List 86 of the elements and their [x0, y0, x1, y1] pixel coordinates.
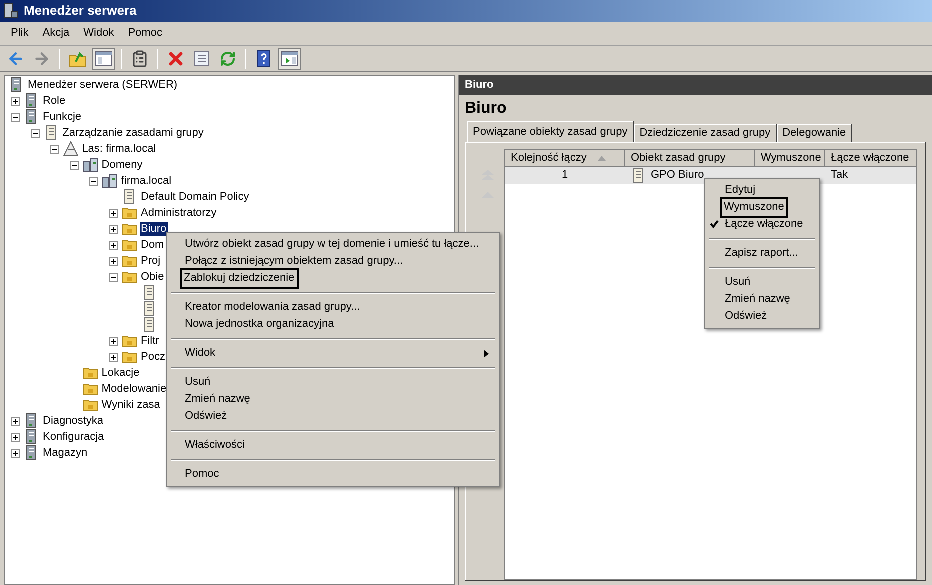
menu-item[interactable]: Zmień nazwę	[169, 391, 497, 408]
expand-toggle[interactable]	[11, 96, 20, 106]
collapse-toggle[interactable]	[50, 144, 60, 154]
tree-item[interactable]: Administratorzy	[140, 206, 218, 220]
expand-toggle[interactable]	[109, 240, 118, 250]
checkmark-icon	[710, 220, 719, 229]
tab[interactable]: Delegowanie	[776, 124, 852, 142]
triangle-icon	[63, 141, 80, 157]
toolbar-button[interactable]	[278, 48, 301, 70]
menu-bar-item[interactable]: Plik	[4, 25, 36, 42]
tree-item[interactable]: Las: firma.local	[81, 142, 158, 156]
table-row[interactable]: 1 GPO Biuro Tak	[505, 167, 916, 184]
tree-item[interactable]: Zarządzanie zasadami grupy	[62, 126, 205, 140]
submenu-arrow-icon	[484, 350, 489, 358]
tree-item[interactable]: Biuro	[140, 222, 168, 236]
menu-item[interactable]: Łącze włączone	[707, 216, 817, 233]
menu-item[interactable]: Właściwości	[169, 437, 497, 454]
pane-header: Biuro	[459, 75, 932, 95]
expand-toggle[interactable]	[109, 208, 118, 218]
tree-item[interactable]: Proj	[140, 254, 162, 268]
server-icon	[3, 3, 19, 19]
tree-item[interactable]: Konfiguracja	[42, 430, 106, 444]
pane-title: Biuro	[464, 99, 508, 119]
menu-item[interactable]: Pomoc	[169, 466, 497, 483]
expand-toggle[interactable]	[109, 256, 118, 266]
collapse-toggle[interactable]	[70, 160, 79, 170]
menu-item[interactable]: Usuń	[169, 374, 497, 391]
collapse-toggle[interactable]	[30, 128, 40, 138]
list-icon	[192, 50, 210, 68]
window-title: Menedżer serwera	[24, 2, 137, 20]
buildings-icon	[102, 173, 118, 189]
menu-item[interactable]: Usuń	[707, 274, 817, 291]
refresh-icon	[220, 50, 236, 66]
expand-toggle[interactable]	[11, 432, 20, 442]
collapse-toggle[interactable]	[109, 272, 118, 282]
tree-item[interactable]: Modelowanie	[100, 382, 168, 396]
menu-item[interactable]: Zablokuj dziedziczenie	[169, 270, 497, 287]
menu-item[interactable]: Połącz z istniejącym obiektem zasad grupy...	[169, 253, 497, 270]
table-cell-text: GPO Biuro	[651, 168, 704, 184]
menu-item[interactable]: Edytuj	[707, 182, 817, 199]
menu-item[interactable]: Odśwież	[707, 308, 817, 325]
table-cell-text: 1	[562, 168, 568, 184]
tree-item[interactable]: Pocz	[140, 350, 166, 364]
tree-item[interactable]: Filtr	[140, 334, 160, 348]
panel-icon	[94, 50, 112, 68]
buildings-icon	[82, 157, 99, 173]
tree-item[interactable]: Domeny	[100, 158, 144, 172]
expand-toggle[interactable]	[109, 352, 118, 362]
menu-bar-item[interactable]: Akcja	[36, 25, 77, 42]
tree-item[interactable]: Default Domain Policy	[140, 190, 250, 204]
collapse-toggle[interactable]	[11, 112, 20, 122]
menu-item[interactable]: Utwórz obiekt zasad grupy w tej domenie i umieść tu łącze...	[169, 236, 497, 253]
tab[interactable]: Dziedziczenie zasad grupy	[634, 124, 777, 142]
tree-item[interactable]: Lokacje	[100, 366, 141, 380]
menu-item[interactable]: Nowa jednostka organizacyjna	[169, 316, 497, 333]
menu-item[interactable]: Zapisz raport...	[707, 245, 817, 262]
help-icon	[254, 50, 272, 68]
tree-item[interactable]: Menedżer serwera (SERWER)	[27, 78, 179, 92]
menu-bar-item[interactable]: Pomoc	[121, 25, 170, 42]
expand-toggle[interactable]	[11, 416, 20, 426]
tree-item[interactable]: firma.local	[120, 174, 173, 188]
tree-item[interactable]: Funkcje	[42, 110, 83, 124]
table-cell-text: Tak	[831, 168, 848, 184]
toolbar-button[interactable]	[92, 48, 115, 70]
tree-item[interactable]: Dom	[140, 238, 166, 252]
menu-item[interactable]: Widok	[169, 345, 497, 362]
expand-toggle[interactable]	[109, 224, 118, 234]
collapse-toggle[interactable]	[89, 176, 98, 186]
clipboard-icon	[130, 50, 148, 68]
tree-item[interactable]: Magazyn	[42, 446, 89, 460]
folder-up-icon	[68, 50, 86, 68]
sort-arrow-icon	[598, 156, 606, 161]
expand-toggle[interactable]	[11, 448, 20, 458]
tree-item[interactable]: Role	[42, 94, 67, 108]
forward-arrow-icon	[32, 50, 50, 68]
tree-item[interactable]: Obie	[140, 270, 166, 284]
menu-bar-item[interactable]: Widok	[76, 25, 122, 42]
menu-item[interactable]: Wymuszone	[707, 199, 817, 216]
menu-item[interactable]: Odśwież	[169, 408, 497, 425]
tree-item[interactable]: Wyniki zasa	[100, 398, 162, 412]
menu-item[interactable]: Kreator modelowania zasad grupy...	[169, 299, 497, 316]
expand-toggle[interactable]	[109, 336, 118, 346]
menu-item[interactable]: Zmień nazwę	[707, 291, 817, 308]
action-pane-icon	[280, 50, 298, 68]
tab[interactable]: Powiązane obiekty zasad grupy	[467, 121, 634, 142]
tree-item[interactable]: Diagnostyka	[42, 414, 105, 428]
